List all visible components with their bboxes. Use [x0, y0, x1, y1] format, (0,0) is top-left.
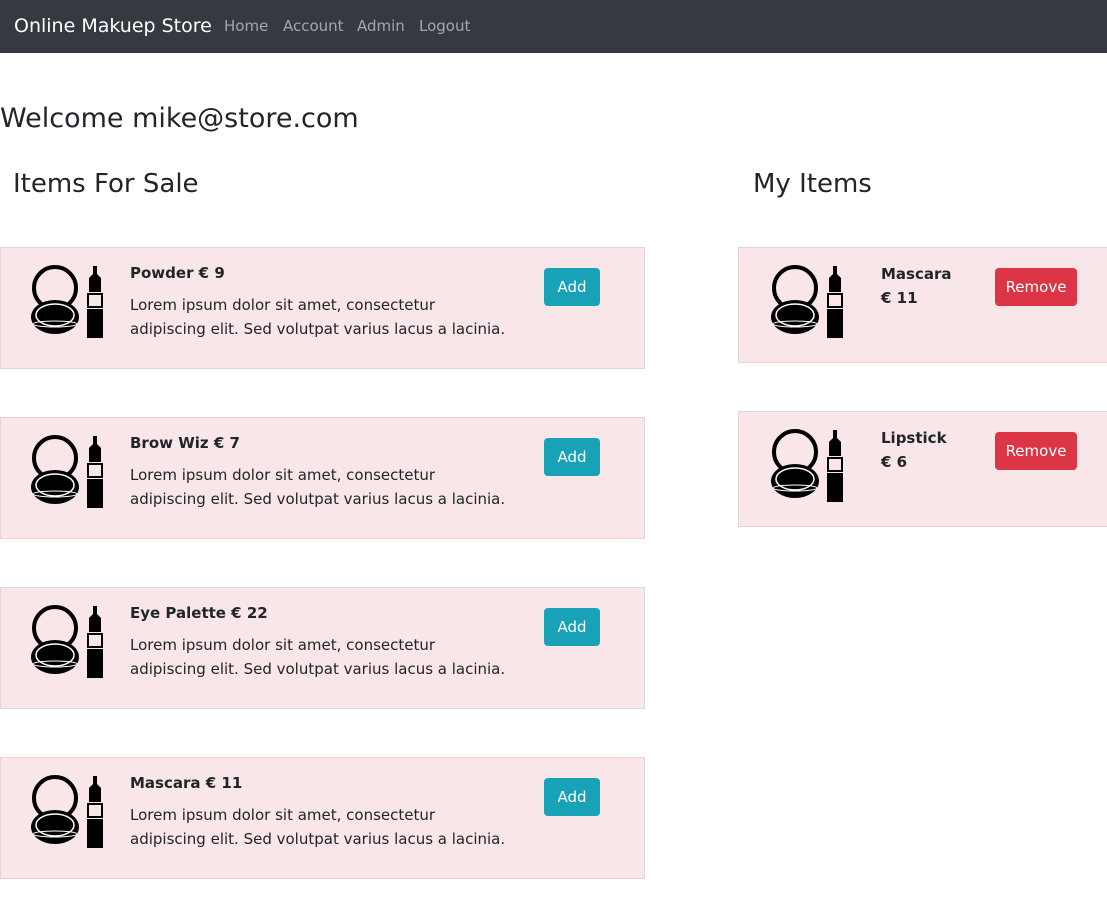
brand-link[interactable]: Online Makuep Store [14, 14, 212, 38]
nav-logout-link[interactable]: Logout [419, 16, 470, 36]
top-navbar: Online Makuep Store Home Account Admin L… [0, 0, 1107, 53]
sale-item-card: Powder € 9 Lorem ipsum dolor sit amet, c… [0, 247, 645, 369]
sale-item-card: Mascara € 11 Lorem ipsum dolor sit amet,… [0, 757, 645, 879]
sale-item-card: Brow Wiz € 7 Lorem ipsum dolor sit amet,… [0, 417, 645, 539]
sale-item-title: Mascara € 11 [130, 774, 243, 792]
sale-item-description: Lorem ipsum dolor sit amet, consectetur … [130, 806, 506, 848]
add-powder-button[interactable]: Add [544, 268, 600, 306]
add-eye-palette-button[interactable]: Add [544, 608, 600, 646]
my-item-price: € 6 [881, 453, 908, 471]
makeup-compact-lipstick-icon [771, 428, 847, 502]
sale-item-title: Eye Palette € 22 [130, 604, 268, 622]
makeup-compact-lipstick-icon [31, 604, 107, 678]
my-item-name: Lipstick [881, 429, 947, 447]
makeup-compact-lipstick-icon [31, 434, 107, 508]
nav-admin-link[interactable]: Admin [357, 16, 405, 36]
sale-item-title: Powder € 9 [130, 264, 225, 282]
makeup-compact-lipstick-icon [31, 264, 107, 338]
sale-item-description: Lorem ipsum dolor sit amet, consectetur … [130, 466, 506, 508]
my-item-name: Mascara [881, 265, 952, 283]
sale-item-card: Eye Palette € 22 Lorem ipsum dolor sit a… [0, 587, 645, 709]
items-for-sale-heading: Items For Sale [13, 169, 199, 199]
sale-item-description: Lorem ipsum dolor sit amet, consectetur … [130, 296, 506, 338]
my-item-price: € 11 [881, 289, 918, 307]
my-item-card: Mascara € 11 Remove [738, 247, 1107, 363]
makeup-compact-lipstick-icon [771, 264, 847, 338]
add-mascara-button[interactable]: Add [544, 778, 600, 816]
sale-item-description: Lorem ipsum dolor sit amet, consectetur … [130, 636, 506, 678]
remove-mascara-button[interactable]: Remove [995, 268, 1077, 306]
nav-account-link[interactable]: Account [283, 16, 344, 36]
remove-lipstick-button[interactable]: Remove [995, 432, 1077, 470]
makeup-compact-lipstick-icon [31, 774, 107, 848]
my-item-card: Lipstick € 6 Remove [738, 411, 1107, 527]
nav-home-link[interactable]: Home [224, 16, 268, 36]
welcome-heading: Welcome mike@store.com [0, 103, 359, 134]
my-items-heading: My Items [753, 169, 872, 199]
add-brow-wiz-button[interactable]: Add [544, 438, 600, 476]
sale-item-title: Brow Wiz € 7 [130, 434, 240, 452]
